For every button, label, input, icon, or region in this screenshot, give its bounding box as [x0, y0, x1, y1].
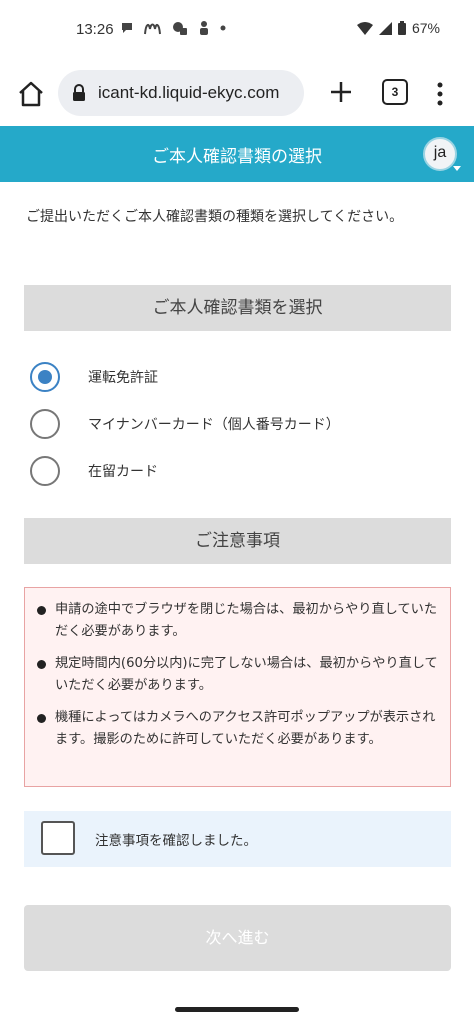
radio-button[interactable]: [30, 409, 60, 439]
url-text[interactable]: icant-kd.liquid-ekyc.com: [98, 83, 279, 103]
page-title: ご本人確認書類の選択: [152, 147, 322, 167]
system-navigation-bar: [0, 996, 474, 1024]
notice-text: 機種によってはカメラへのアクセス許可ポップアップが表示されます。撮影のために許可…: [55, 710, 436, 747]
notice-item: 規定時間内(60分以内)に完了しない場合は、最初からやり直していただく必要があり…: [37, 653, 441, 697]
intro-text: ご提出いただくご本人確認書類の種類を選択してください。: [26, 209, 404, 225]
radio-label[interactable]: 運転免許証: [88, 367, 158, 387]
bullet-icon: [37, 714, 46, 723]
translate-icon: [173, 22, 187, 35]
more-menu-icon[interactable]: [432, 80, 448, 108]
new-tab-icon[interactable]: [325, 76, 357, 108]
language-selector[interactable]: ja: [423, 137, 457, 171]
radio-option-my-number-card[interactable]: マイナンバーカード（個人番号カード）: [30, 406, 340, 442]
mcdonalds-icon: [144, 23, 161, 35]
bullet-icon: [37, 606, 46, 615]
battery-icon: [397, 21, 406, 35]
home-icon[interactable]: [16, 79, 46, 109]
signal-icon: [378, 21, 392, 35]
status-time: 13:26: [76, 21, 114, 38]
notification-icons: [120, 20, 226, 36]
notice-text: 申請の途中でブラウザを閉じた場合は、最初からやり直していただく必要があります。: [55, 602, 438, 639]
bullet-icon: [37, 660, 46, 669]
document-section-heading: ご本人確認書類を選択: [24, 285, 451, 331]
next-button[interactable]: 次へ進む: [24, 905, 451, 971]
confirm-checkbox-row[interactable]: 注意事項を確認しました。: [24, 811, 451, 867]
status-bar: 13:26 67%: [0, 0, 474, 62]
radio-button[interactable]: [30, 456, 60, 486]
dot-icon: [220, 25, 226, 31]
address-bar[interactable]: icant-kd.liquid-ekyc.com: [58, 70, 304, 116]
notice-box: 申請の途中でブラウザを閉じた場合は、最初からやり直していただく必要があります。 …: [24, 587, 451, 787]
chat-bubble-icon: [122, 23, 132, 33]
system-icons: 67%: [356, 20, 440, 36]
radio-option-drivers-license[interactable]: 運転免許証: [30, 359, 158, 395]
tab-switcher-button[interactable]: 3: [382, 79, 408, 105]
wifi-icon: [356, 21, 373, 35]
home-gesture-handle[interactable]: [175, 1007, 299, 1012]
radio-label[interactable]: マイナンバーカード（個人番号カード）: [88, 414, 340, 434]
radio-label[interactable]: 在留カード: [88, 461, 158, 481]
confirm-label[interactable]: 注意事項を確認しました。: [95, 829, 257, 849]
confirm-checkbox[interactable]: [41, 821, 75, 855]
notice-item: 申請の途中でブラウザを閉じた場合は、最初からやり直していただく必要があります。: [37, 599, 441, 643]
notice-text: 規定時間内(60分以内)に完了しない場合は、最初からやり直していただく必要があり…: [55, 656, 438, 693]
caret-down-icon[interactable]: [453, 166, 461, 171]
person-icon: [200, 21, 208, 35]
browser-toolbar: icant-kd.liquid-ekyc.com 3: [0, 62, 474, 126]
notice-item: 機種によってはカメラへのアクセス許可ポップアップが表示されます。撮影のために許可…: [37, 707, 441, 773]
notes-section-heading: ご注意事項: [24, 518, 451, 564]
lock-icon[interactable]: [72, 84, 86, 102]
radio-button-selected[interactable]: [30, 362, 60, 392]
battery-level: 67%: [411, 20, 440, 36]
app-header: ご本人確認書類の選択 ja: [0, 126, 474, 182]
radio-option-residence-card[interactable]: 在留カード: [30, 453, 158, 489]
